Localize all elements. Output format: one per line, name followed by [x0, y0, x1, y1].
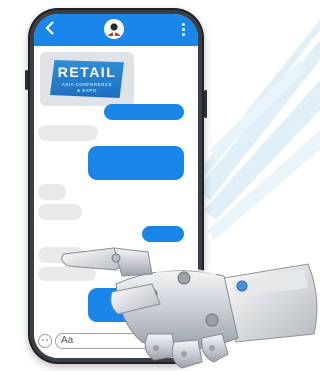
incoming-message[interactable] — [38, 184, 66, 200]
user-avatar-icon[interactable] — [104, 19, 124, 39]
volume-button — [25, 70, 28, 90]
incoming-message[interactable] — [38, 125, 98, 141]
outgoing-message[interactable] — [88, 146, 184, 180]
power-button — [204, 90, 207, 118]
more-vertical-icon[interactable] — [177, 20, 189, 40]
incoming-message[interactable] — [38, 204, 82, 220]
emoji-icon[interactable] — [38, 334, 52, 348]
logo-image-message[interactable]: RETAIL ASIA CONFERENCE & EXPO — [40, 52, 134, 106]
chat-header — [34, 14, 198, 46]
chevron-left-icon[interactable] — [44, 20, 62, 40]
outgoing-message[interactable] — [104, 104, 184, 120]
robot-hand-illustration — [61, 247, 318, 369]
retail-asia-logo: RETAIL ASIA CONFERENCE & EXPO — [50, 60, 124, 98]
